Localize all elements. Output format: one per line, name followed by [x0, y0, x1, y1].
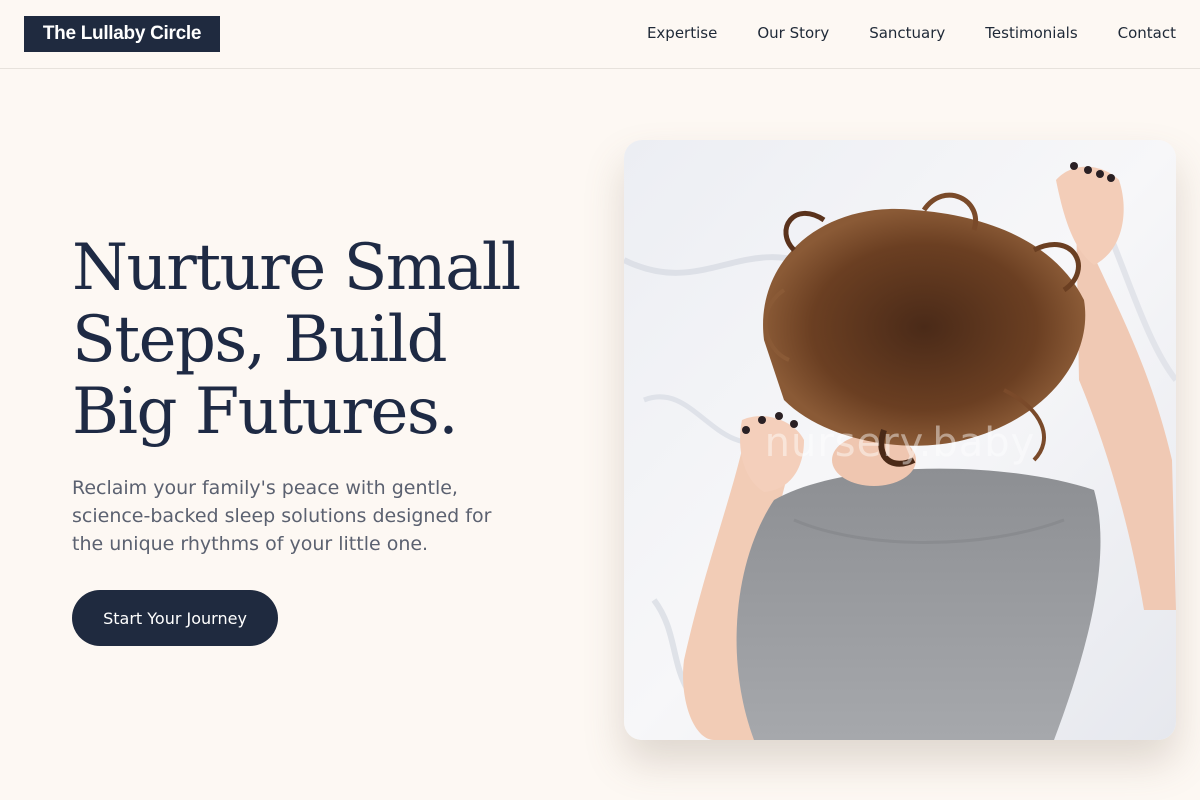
nav-link-sanctuary[interactable]: Sanctuary: [869, 22, 945, 44]
nav-link-contact[interactable]: Contact: [1118, 22, 1176, 44]
nav-link-expertise[interactable]: Expertise: [647, 22, 717, 44]
hero-title-line: Nurture Small: [72, 231, 521, 305]
hero-title: Nurture Small Steps, Build Big Futures.: [72, 232, 592, 448]
hero-subtitle: Reclaim your family's peace with gentle,…: [72, 477, 492, 555]
top-navigation-bar: The Lullaby Circle Expertise Our Story S…: [0, 0, 1200, 69]
brand-logo[interactable]: The Lullaby Circle: [24, 16, 220, 52]
main-nav: Expertise Our Story Sanctuary Testimonia…: [647, 22, 1176, 44]
start-journey-button[interactable]: Start Your Journey: [72, 590, 278, 646]
hero-photo: nursery.baby: [624, 140, 1176, 740]
image-watermark: nursery.baby: [764, 420, 1036, 466]
nav-link-our-story[interactable]: Our Story: [757, 22, 829, 44]
nav-link-testimonials[interactable]: Testimonials: [985, 22, 1077, 44]
hero-title-line: Steps, Build: [72, 303, 448, 377]
hero-title-line: Big Futures.: [72, 375, 459, 449]
